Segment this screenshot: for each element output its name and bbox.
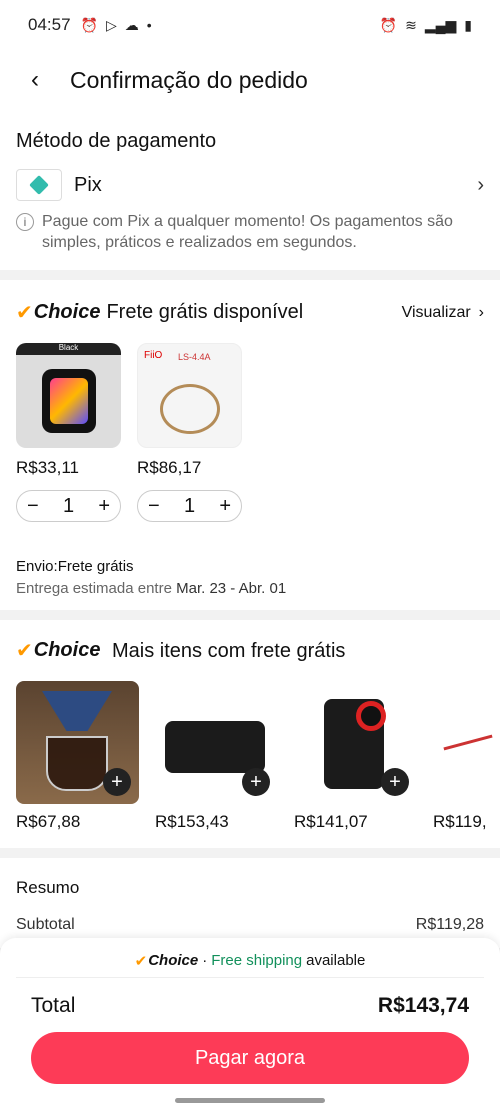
- dot-icon: •: [146, 17, 152, 33]
- quantity-value: 1: [183, 494, 196, 517]
- estimate-dates: Mar. 23 - Abr. 01: [176, 580, 287, 597]
- estimate-prefix: Entrega estimada entre: [16, 580, 172, 597]
- pay-now-button[interactable]: Pagar agora: [31, 1032, 469, 1084]
- delivery-info: Envio:Frete grátis Entrega estimada entr…: [16, 556, 484, 600]
- alarm-icon: ⏰: [80, 16, 98, 33]
- checkout-bar: ✔ Choice · Free shipping available Total …: [0, 938, 500, 1111]
- item-price: R$119,: [433, 812, 487, 831]
- product-image-radio: +: [294, 681, 417, 804]
- payment-method-row[interactable]: Pix ›: [16, 169, 484, 201]
- banner-available: available: [306, 952, 366, 969]
- product-price: R$86,17: [137, 458, 202, 477]
- check-icon: ✔: [134, 952, 148, 970]
- view-label: Visualizar: [401, 303, 471, 321]
- subtotal-row: Subtotal R$119,28: [16, 916, 484, 934]
- cart-products: Black R$33,11 − 1 + FiiO LS-4.4A R$86,17…: [16, 343, 484, 522]
- cart-product: Black R$33,11 − 1 +: [16, 343, 121, 522]
- more-items-section: ✔ Choice Mais itens com frete grátis + R$…: [0, 620, 500, 848]
- choice-word: Choice: [33, 639, 101, 661]
- minus-icon[interactable]: −: [27, 495, 39, 518]
- plus-icon[interactable]: +: [242, 768, 270, 796]
- banner-separator: ·: [202, 952, 208, 969]
- product-image-partial: [433, 681, 500, 804]
- status-system-icons: ⏰ ≋ ▂▄▆ ▮: [380, 17, 472, 34]
- check-icon: ✔: [16, 640, 33, 662]
- subtotal-label: Subtotal: [16, 916, 75, 933]
- product-image-coffee: +: [16, 681, 139, 804]
- cloud-icon: ☁: [124, 16, 139, 33]
- choice-word: Choice: [33, 301, 101, 323]
- total-row: Total R$143,74: [0, 994, 500, 1018]
- status-notification-icons: ⏰ ▷ ☁ •: [81, 17, 152, 34]
- home-indicator[interactable]: [175, 1098, 325, 1103]
- signal-icon: ▂▄▆: [424, 16, 457, 33]
- quantity-value: 1: [62, 494, 75, 517]
- choice-logo: ✔ Choice: [16, 300, 100, 325]
- list-item[interactable]: R$119,: [433, 681, 500, 832]
- summary-title: Resumo: [16, 878, 80, 897]
- banner-free-shipping: Free shipping: [211, 952, 303, 969]
- payment-method-section: Método de pagamento Pix › i Pague com Pi…: [0, 110, 500, 270]
- check-icon: ✔: [16, 302, 33, 324]
- product-image-bag: +: [155, 681, 278, 804]
- payment-method-name: Pix: [74, 173, 102, 196]
- payment-section-title: Método de pagamento: [16, 130, 217, 152]
- back-arrow-icon[interactable]: ‹: [0, 66, 70, 94]
- payment-info: i Pague com Pix a qualquer momento! Os p…: [16, 211, 484, 253]
- alarm-icon: ⏰: [379, 16, 398, 33]
- status-bar: 04:57 ⏰ ▷ ☁ • ⏰ ≋ ▂▄▆ ▮: [0, 0, 500, 50]
- more-items-list: + R$67,88 + R$153,43 + R$141,07 R$119,: [16, 681, 500, 832]
- quantity-stepper: − 1 +: [16, 490, 121, 522]
- item-price: R$67,88: [16, 812, 81, 831]
- summary-section: Resumo Subtotal R$119,28: [0, 858, 500, 948]
- product-brand: FiiO: [144, 350, 163, 361]
- shipping-header: ✔ Choice Frete grátis disponível Visualiz…: [16, 300, 484, 325]
- product-model: LS-4.4A: [178, 352, 211, 362]
- plus-icon[interactable]: +: [98, 495, 110, 518]
- delivery-label: Envio:Frete grátis: [16, 558, 134, 575]
- view-button[interactable]: Visualizar ›: [402, 304, 484, 322]
- status-time: 04:57: [28, 15, 71, 34]
- quantity-stepper: − 1 +: [137, 490, 242, 522]
- play-icon: ▷: [105, 16, 117, 33]
- cart-product: FiiO LS-4.4A R$86,17 − 1 +: [137, 343, 242, 522]
- item-price: R$141,07: [294, 812, 368, 831]
- shipping-title: Frete grátis disponível: [106, 301, 304, 323]
- list-item[interactable]: + R$67,88: [16, 681, 139, 832]
- wifi-icon: ≋: [405, 16, 417, 33]
- product-tag: Black: [58, 343, 79, 352]
- subtotal-value: R$119,28: [415, 916, 484, 933]
- battery-icon: ▮: [464, 16, 472, 33]
- delivery-estimate: Entrega estimada entre Mar. 23 - Abr. 01: [16, 578, 484, 600]
- plus-icon[interactable]: +: [103, 768, 131, 796]
- shipping-section: ✔ Choice Frete grátis disponível Visualiz…: [0, 280, 500, 610]
- plus-icon[interactable]: +: [381, 768, 409, 796]
- product-image-watch[interactable]: Black: [16, 343, 121, 448]
- page-header: ‹ Confirmação do pedido: [0, 50, 500, 110]
- more-items-title: Mais itens com frete grátis: [112, 640, 346, 662]
- total-label: Total: [31, 994, 76, 1017]
- total-value: R$143,74: [377, 994, 469, 1017]
- free-shipping-banner: ✔ Choice · Free shipping available: [16, 944, 484, 978]
- more-items-header: ✔ Choice Mais itens com frete grátis: [16, 638, 484, 663]
- plus-icon[interactable]: +: [219, 495, 231, 518]
- product-image-cable[interactable]: FiiO LS-4.4A: [137, 343, 242, 448]
- chevron-right-icon: ›: [477, 173, 484, 196]
- list-item[interactable]: + R$153,43: [155, 681, 278, 832]
- list-item[interactable]: + R$141,07: [294, 681, 417, 832]
- product-price: R$33,11: [16, 458, 80, 477]
- choice-word: Choice: [148, 952, 199, 969]
- minus-icon[interactable]: −: [148, 495, 160, 518]
- choice-logo: ✔ Choice: [135, 952, 199, 970]
- pix-icon: [16, 169, 62, 201]
- choice-logo: ✔ Choice: [16, 638, 100, 663]
- info-icon: i: [16, 213, 34, 231]
- page-title: Confirmação do pedido: [70, 66, 308, 93]
- payment-info-text: Pague com Pix a qualquer momento! Os pag…: [42, 213, 453, 251]
- chevron-right-icon: ›: [478, 303, 484, 321]
- item-price: R$153,43: [155, 812, 229, 831]
